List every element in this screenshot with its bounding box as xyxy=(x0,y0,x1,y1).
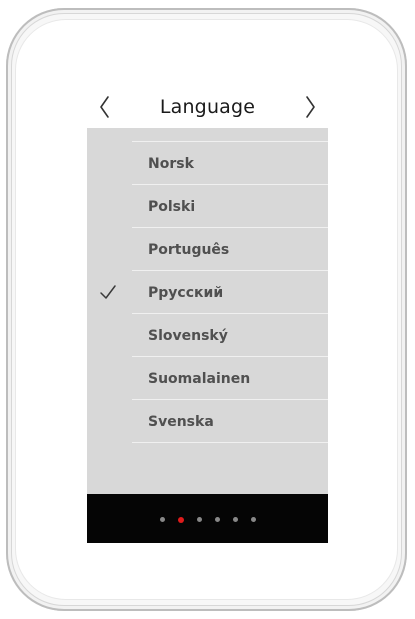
language-list-item[interactable]: Svenska xyxy=(87,400,328,443)
language-label: Svenska xyxy=(148,413,214,430)
page-dot[interactable] xyxy=(250,517,256,522)
language-list-item[interactable]: Norsk xyxy=(87,142,328,185)
page-dot-active[interactable] xyxy=(177,516,184,523)
chevron-right-icon xyxy=(306,96,315,118)
touch-screen: Language Nederlands Norsk Polski Português Р… xyxy=(87,86,328,543)
language-list-item[interactable]: Ррусский xyxy=(87,271,328,314)
page-dot[interactable] xyxy=(214,517,220,522)
language-list-items: Nederlands Norsk Polski Português Ррусский Sl… xyxy=(87,128,328,443)
language-list[interactable]: Nederlands Norsk Polski Português Ррусский Sl… xyxy=(87,128,328,494)
language-label: Nederlands xyxy=(148,128,238,129)
language-list-item[interactable]: Suomalainen xyxy=(87,357,328,400)
checkmark-icon xyxy=(100,285,116,299)
language-label: Norsk xyxy=(148,155,194,172)
device-frame: Language Nederlands Norsk Polski Português Р… xyxy=(6,8,407,611)
language-label: Suomalainen xyxy=(148,370,251,387)
language-label: Polski xyxy=(148,198,196,215)
language-label: Ррусский xyxy=(148,284,224,301)
page-dot[interactable] xyxy=(196,517,202,522)
language-list-item[interactable]: Slovenský xyxy=(87,314,328,357)
language-label: Slovenský xyxy=(148,327,228,344)
language-list-item[interactable]: Português xyxy=(87,228,328,271)
language-list-item[interactable]: Nederlands xyxy=(87,128,328,142)
next-page-button[interactable] xyxy=(296,86,324,128)
page-indicator xyxy=(159,516,256,523)
page-dot[interactable] xyxy=(232,517,238,522)
page-dot[interactable] xyxy=(159,517,165,522)
page-title: Language xyxy=(159,96,256,118)
language-label: Português xyxy=(148,241,230,258)
header-bar: Language xyxy=(87,86,328,128)
language-list-item[interactable]: Polski xyxy=(87,185,328,228)
footer-bar xyxy=(87,494,328,543)
